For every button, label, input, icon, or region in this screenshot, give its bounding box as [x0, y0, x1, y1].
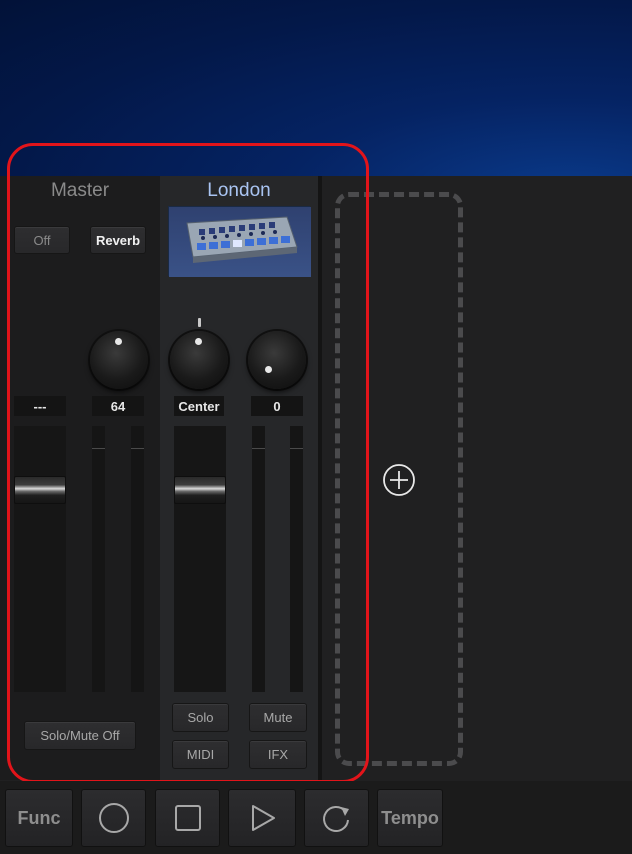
stop-icon — [174, 805, 201, 831]
tempo-button[interactable]: Tempo — [377, 789, 443, 847]
loop-button[interactable] — [304, 789, 369, 847]
play-icon — [252, 805, 275, 831]
stop-button[interactable] — [155, 789, 220, 847]
func-label: Func — [17, 807, 61, 828]
highlight-outline — [7, 143, 369, 783]
tempo-label: Tempo — [381, 807, 439, 828]
record-icon — [98, 803, 129, 833]
play-button[interactable] — [228, 789, 296, 847]
record-button[interactable] — [81, 789, 146, 847]
loop-icon — [322, 806, 349, 832]
add-icon[interactable] — [382, 463, 416, 497]
func-button[interactable]: Func — [5, 789, 73, 847]
